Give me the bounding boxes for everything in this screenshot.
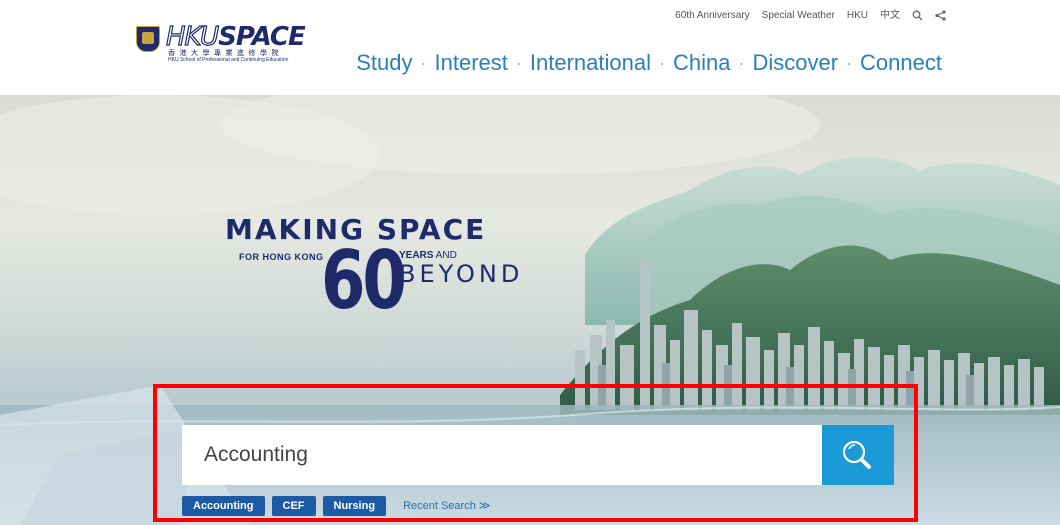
search-icon[interactable] xyxy=(912,10,923,24)
search-submit-button[interactable] xyxy=(822,425,894,485)
logo-wordmark: HKUSPACE xyxy=(165,22,306,52)
logo-prefix: HKU xyxy=(165,22,219,52)
logo-suffix: SPACE xyxy=(218,22,306,52)
nav-separator: · xyxy=(420,53,427,73)
nav-item-discover[interactable]: Discover xyxy=(752,50,838,76)
tag-cef[interactable]: CEF xyxy=(271,496,316,516)
nav-item-study[interactable]: Study xyxy=(356,50,412,76)
main-nav: Study · Interest · International · China… xyxy=(356,50,942,76)
search-tags: Accounting CEF Nursing Recent Search ≫ xyxy=(182,496,490,516)
site-header: HKUSPACE 香港大學專業進修學院 HKU School of Profes… xyxy=(0,0,1060,95)
nav-separator: · xyxy=(658,53,665,73)
share-icon[interactable] xyxy=(935,10,946,24)
utility-link-anniversary[interactable]: 60th Anniversary xyxy=(675,10,750,24)
hkuspace-logo[interactable]: HKUSPACE 香港大學專業進修學院 HKU School of Profes… xyxy=(136,22,336,64)
nav-separator: · xyxy=(515,53,522,73)
hero-number: 60 xyxy=(321,234,407,327)
nav-separator: · xyxy=(846,53,853,73)
hero-headline: MAKING SPACE FOR HONG KONG 60 YEARS AND … xyxy=(225,215,545,335)
utility-link-hku[interactable]: HKU xyxy=(847,10,868,24)
course-search-input[interactable] xyxy=(182,425,822,485)
tag-nursing[interactable]: Nursing xyxy=(322,496,387,516)
utility-link-chinese[interactable]: 中文 xyxy=(880,10,900,24)
nav-separator: · xyxy=(738,53,745,73)
hero-beyond: BEYOND xyxy=(399,260,524,288)
nav-item-interest[interactable]: Interest xyxy=(435,50,508,76)
logo-chinese-name: 香港大學專業進修學院 xyxy=(168,49,283,57)
tag-accounting[interactable]: Accounting xyxy=(182,496,265,516)
hero-subtitle: FOR HONG KONG xyxy=(239,252,324,262)
nav-item-connect[interactable]: Connect xyxy=(860,50,942,76)
hku-crest-icon xyxy=(136,26,160,52)
search-icon xyxy=(842,440,871,469)
logo-english-name: HKU School of Professional and Continuin… xyxy=(168,57,289,63)
nav-item-international[interactable]: International xyxy=(530,50,651,76)
nav-item-china[interactable]: China xyxy=(673,50,730,76)
recent-search-link[interactable]: Recent Search ≫ xyxy=(403,496,490,516)
utility-link-special-weather[interactable]: Special Weather xyxy=(762,10,835,24)
utility-nav: 60th Anniversary Special Weather HKU 中文 xyxy=(675,10,946,24)
